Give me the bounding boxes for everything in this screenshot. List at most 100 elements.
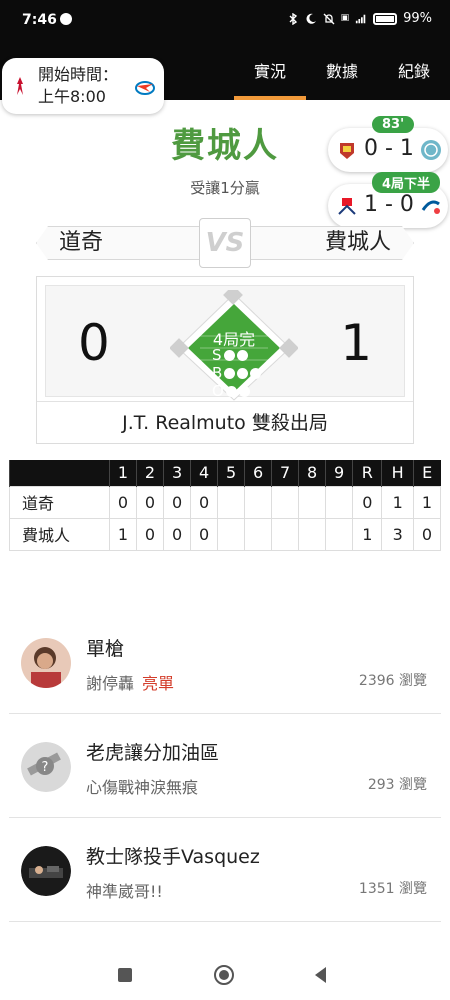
baseball-diamond: 4局完 S B O [170,290,298,418]
strikes-row: S [212,346,261,364]
live-score-pill-1[interactable]: 83' 0 - 1 [328,116,448,172]
post-author: 心傷戰神淚無痕 [86,774,206,798]
out-dot [225,385,237,397]
tab-bar: 實況 數據 紀錄 [234,40,450,100]
home-score: 1 [340,314,372,372]
home-icon[interactable] [213,964,235,986]
strikes-label: S [212,346,222,364]
team-cell: 費城人 [9,517,110,551]
header-cell: 7 [271,460,299,486]
post-title[interactable]: 單槍 [86,634,124,661]
moon-icon [306,13,316,24]
tab-stats[interactable]: 數據 [306,40,378,100]
default-avatar-icon: ? [21,742,71,792]
back-icon[interactable] [310,964,332,986]
post-views: 2396 瀏覽 [358,673,427,689]
list-item[interactable]: 教士隊投手Vasquez 神準崴哥!! 1351 瀏覽 [9,818,441,922]
system-nav-bar [0,950,450,1000]
header-cell [9,460,110,486]
avatar[interactable] [21,638,71,688]
inning-cell: 0 [136,517,165,551]
header-cell: E [412,460,441,486]
team-crest-icon [340,143,354,159]
pill-score: 0 - 1 [364,136,414,161]
phillies-logo-icon [338,198,356,215]
post-author: 神準崴哥!! [86,878,171,902]
post-author-name: 神準崴哥!! [86,882,163,901]
status-bar: 7:46 ▣ 99% [0,0,450,40]
tab-live[interactable]: 實況 [234,40,306,100]
pill-inning-badge: 4局下半 [372,172,441,193]
svg-text:?: ? [42,760,49,775]
post-author-name: 謝停轟 [86,674,135,693]
ball-dot [224,367,236,379]
post-author: 謝停轟 亮單 [86,670,174,694]
inning-cell [271,485,300,519]
volte-icon: ▣ [340,13,350,23]
mute-bell-icon [323,13,335,24]
line-score-table: 1 2 3 4 5 6 7 8 9 R H E 道奇 0 0 0 0 0 1 1… [9,460,442,551]
runs-cell: 1 [352,517,383,551]
ball-dot [237,367,249,379]
home-team-name[interactable]: 費城人 [244,226,414,260]
thunder-logo-icon [135,81,155,95]
dodgers-logo-icon [421,200,440,214]
strike-dot [236,349,248,361]
inning-cell: 0 [190,517,219,551]
away-team-name[interactable]: 道奇 [36,226,206,260]
header-cell: H [381,460,414,486]
inning-cell: 0 [108,485,138,519]
start-time-text: 開始時間： 上午8:00 [38,64,118,108]
recent-apps-icon[interactable] [114,964,136,986]
list-item[interactable]: 單槍 謝停轟 亮單 2396 瀏覽 [9,610,441,714]
battery-icon [373,12,398,25]
start-time-card[interactable]: 開始時間： 上午8:00 [2,58,164,114]
tab-records[interactable]: 紀錄 [378,40,450,100]
ball-dot [250,367,262,379]
status-icons: ▣ 99% [287,11,432,26]
avatar[interactable] [21,846,71,896]
inning-cell [244,517,273,551]
inning-cell [244,485,273,519]
errors-cell: 0 [412,517,442,551]
post-views: 1351 瀏覽 [358,881,427,897]
table-row: 費城人 1 0 0 0 1 3 0 [9,517,442,551]
header-cell: 8 [298,460,326,486]
header-cell: 6 [244,460,272,486]
inning-cell [325,485,354,519]
away-score: 0 [78,314,110,372]
header-cell: 3 [163,460,191,486]
balls-row: B [212,364,262,382]
header-cell: 1 [108,460,137,486]
avatar[interactable]: ? [21,742,71,792]
inning-cell [217,485,246,519]
header-cell: 5 [217,460,245,486]
post-list: 單槍 謝停轟 亮單 2396 瀏覽 ? 老虎讓分加油區 心傷戰神淚無痕 293 瀏… [9,610,441,922]
errors-cell: 1 [412,485,442,519]
header-cell: 2 [136,460,164,486]
post-views: 293 瀏覽 [367,777,427,793]
inning-cell [217,517,246,551]
post-highlight-tag: 亮單 [142,674,175,693]
balls-label: B [212,364,223,382]
rockets-logo-icon [17,77,23,95]
post-title[interactable]: 老虎讓分加油區 [86,738,219,765]
team-badge-icon [421,140,441,160]
inning-cell: 0 [163,485,192,519]
inning-cell [298,517,327,551]
list-item[interactable]: ? 老虎讓分加油區 心傷戰神淚無痕 293 瀏覽 [9,714,441,818]
start-time-value: 上午8:00 [38,87,106,106]
notification-icon [60,13,72,25]
scoreboard: 0 1 4局完 S B O J.T. Realmuto 雙殺出局 [36,276,414,444]
team-cell: 道奇 [9,485,110,519]
strike-dot [223,349,235,361]
last-play-text: J.T. Realmuto 雙殺出局 [37,401,413,443]
out-dot [238,385,250,397]
hits-cell: 3 [381,517,414,551]
post-title[interactable]: 教士隊投手Vasquez [86,842,260,869]
user-photo-icon [21,638,71,688]
inning-cell [271,517,300,551]
pill-time-badge: 83' [372,116,415,133]
header-cell: 9 [325,460,353,486]
inning-cell [298,485,327,519]
